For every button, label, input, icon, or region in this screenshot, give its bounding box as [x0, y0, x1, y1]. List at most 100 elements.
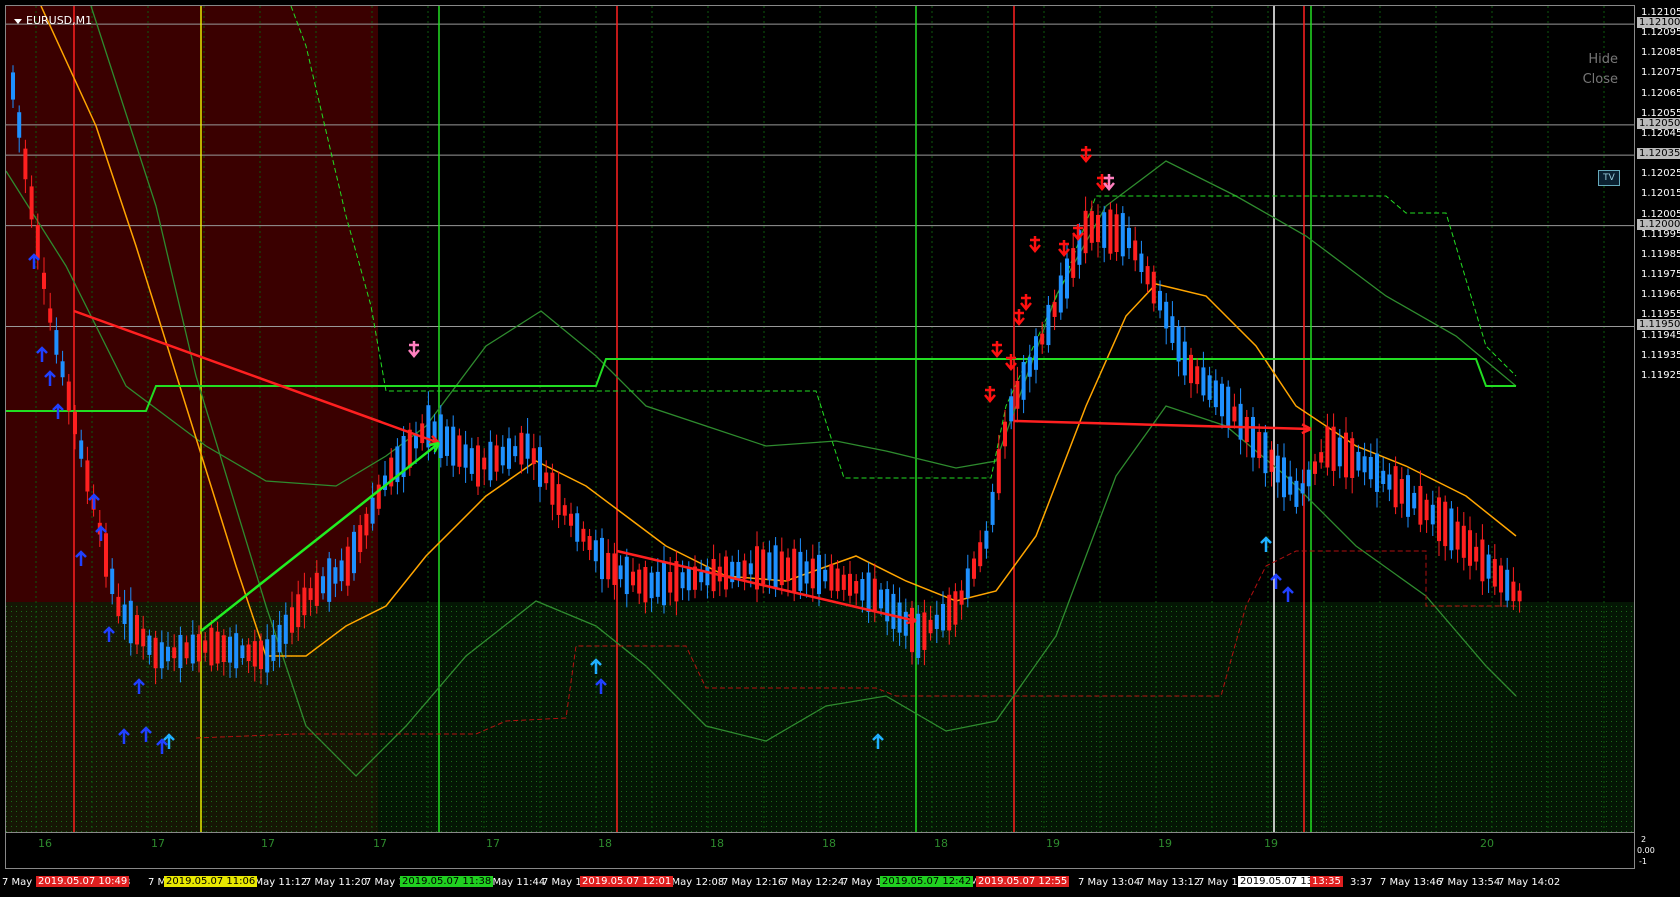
indicator-subpanel[interactable]: 16 17 17 17 17 18 18 18 18 19 19 19 20 — [5, 833, 1635, 869]
subaxis-mid: 0.00 — [1637, 846, 1655, 855]
candle-body — [1083, 210, 1088, 254]
candle-body — [1058, 275, 1063, 313]
candle-body — [1511, 581, 1516, 602]
candle-body — [128, 600, 133, 644]
candle-body — [662, 561, 666, 606]
candle-body — [934, 614, 939, 629]
candle-body — [947, 594, 952, 631]
price-tick: 1.11925 — [1641, 369, 1680, 381]
candle-body — [246, 644, 251, 662]
marked-time-label: 13:35 — [1310, 876, 1343, 887]
candle-body — [1399, 479, 1404, 504]
candle-body — [1381, 470, 1386, 484]
sell-signal-icon — [1029, 236, 1041, 253]
candle-body — [1096, 214, 1100, 243]
candle-body — [550, 472, 555, 505]
candle-body — [618, 565, 623, 580]
candle-body — [773, 545, 778, 590]
candle-body — [1418, 485, 1423, 525]
hide-button[interactable]: Hide — [1588, 52, 1618, 67]
price-tick: 1.11965 — [1641, 289, 1680, 301]
time-tick: 3:37 — [1350, 877, 1373, 888]
candle-body — [1325, 426, 1330, 468]
candle-body — [1213, 380, 1218, 408]
candle-body — [265, 639, 270, 673]
candle-body — [1207, 375, 1212, 400]
buy-signal-icon — [1270, 573, 1282, 589]
close-button[interactable]: Close — [1583, 72, 1618, 87]
candle-body — [637, 569, 642, 594]
candle-body — [792, 548, 797, 592]
marked-time-label: 2019.05.07 10:49 — [36, 876, 130, 887]
candle-body — [23, 148, 28, 180]
candle-body — [1275, 455, 1280, 483]
candle-body — [953, 591, 958, 625]
candle-body — [1300, 483, 1305, 494]
candle-body — [1430, 504, 1435, 525]
candle-body — [990, 491, 995, 525]
price-level-label: 1.12000 — [1637, 218, 1680, 230]
candle-body — [184, 642, 189, 659]
time-tick: 7 May 14:02 — [1498, 877, 1561, 888]
price-axis[interactable]: 1.12105 1.12095 1.12085 1.12075 1.12065 1.120… — [1635, 5, 1680, 833]
candle-body — [1257, 431, 1262, 459]
candle-body — [742, 560, 747, 580]
tv-badge[interactable]: TV — [1598, 170, 1620, 186]
subpanel-label: 18 — [822, 837, 836, 850]
chart-window[interactable]: EURUSD,M1 Hide Close TV 1.12105 1.12095 1.… — [0, 0, 1680, 897]
candle-body — [370, 497, 375, 524]
candle-body — [445, 426, 449, 456]
symbol-menu[interactable]: EURUSD,M1 — [14, 14, 92, 27]
candle-body — [339, 560, 344, 582]
candle-body — [308, 588, 313, 600]
price-level-label: 1.12100 — [1637, 17, 1680, 29]
candle-body — [203, 640, 208, 653]
candle-body — [314, 572, 319, 606]
candle-body — [767, 552, 772, 581]
candle-body — [1344, 432, 1348, 478]
marked-time-label: 2019.05.07 12:42 — [880, 876, 974, 887]
price-tick: 1.12015 — [1641, 188, 1680, 200]
price-level-label: 1.12035 — [1637, 148, 1680, 160]
price-chart[interactable] — [6, 6, 1635, 833]
candle-body — [1393, 466, 1398, 508]
trend-arrow-flat — [1013, 419, 1312, 431]
time-tick: 7 May 11:20 — [305, 877, 368, 888]
candle-body — [333, 567, 338, 584]
candle-body — [1021, 361, 1026, 400]
candle-body — [531, 448, 536, 465]
candle-body — [1263, 432, 1268, 474]
candle-body — [1120, 213, 1125, 257]
candle-body — [197, 634, 201, 662]
marked-time-label: 2019.05.07 11:38 — [400, 876, 494, 887]
candle-body — [761, 549, 766, 585]
candle-body — [141, 628, 146, 647]
candle-body — [1480, 539, 1485, 582]
candle-body — [978, 542, 983, 567]
candle-body — [494, 445, 499, 472]
main-chart-area[interactable]: EURUSD,M1 Hide Close TV — [5, 5, 1635, 833]
subpanel-label: 20 — [1480, 837, 1494, 850]
candle-body — [420, 423, 425, 444]
candle-body — [476, 445, 480, 487]
candle-body — [810, 558, 815, 589]
candle-body — [1306, 469, 1311, 487]
subaxis-bottom: -1 — [1639, 857, 1647, 866]
candle-body — [1499, 565, 1503, 593]
candle-body — [779, 551, 784, 586]
candle-body — [786, 557, 790, 582]
candle-body — [327, 558, 332, 602]
sell-signal-icon — [1020, 294, 1032, 311]
buy-signal-icon — [1282, 586, 1294, 602]
candle-body — [190, 634, 195, 664]
candle-body — [54, 330, 59, 355]
candle-body — [85, 460, 90, 492]
candle-body — [1226, 386, 1231, 426]
price-level-label: 1.11950 — [1637, 319, 1680, 331]
dropdown-icon[interactable] — [14, 18, 22, 24]
buy-signal-icon — [1260, 536, 1272, 552]
candle-body — [649, 572, 654, 599]
candle-body — [110, 568, 115, 595]
candle-body — [147, 635, 152, 655]
subpanel-label: 19 — [1264, 837, 1278, 850]
